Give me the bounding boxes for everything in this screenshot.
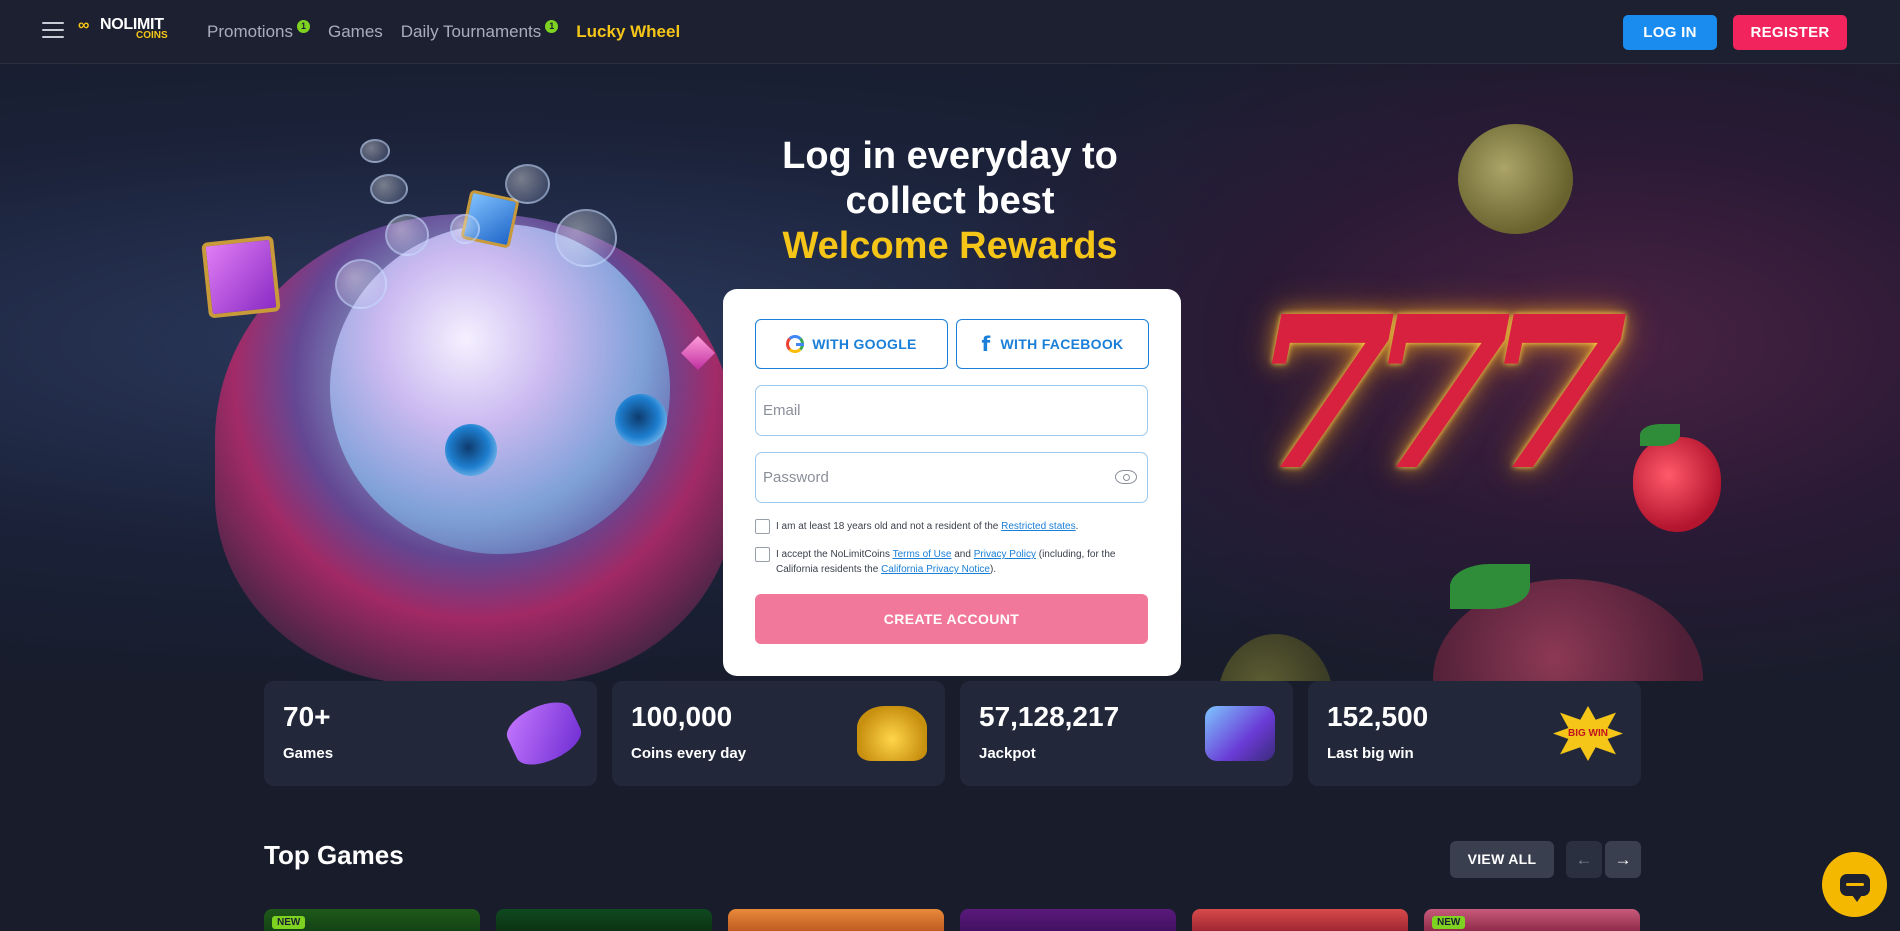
nav-games[interactable]: Games	[328, 22, 383, 42]
restricted-states-link[interactable]: Restricted states	[1001, 521, 1075, 532]
terms-check-row: I accept the NoLimitCoins Terms of Use a…	[755, 547, 1148, 577]
stat-value: 70+	[283, 701, 331, 732]
create-account-button[interactable]: CREATE ACCOUNT	[755, 594, 1148, 644]
bubble-icon	[505, 164, 550, 204]
bubble-icon	[370, 174, 408, 204]
chat-icon	[1839, 873, 1870, 902]
nav-promotions[interactable]: Promotions 1	[207, 20, 310, 42]
bubble-icon	[385, 214, 429, 256]
show-password-icon[interactable]	[1115, 470, 1137, 484]
privacy-policy-link[interactable]: Privacy Policy	[974, 549, 1036, 560]
creature-eye-right	[615, 394, 667, 446]
stat-value: 57,128,217	[979, 701, 1120, 732]
password-input[interactable]	[755, 452, 1148, 503]
main-nav: Promotions 1 Games Daily Tournaments 1 L…	[207, 0, 698, 64]
stat-card-games: 70+ Games	[264, 681, 597, 786]
game-card[interactable]	[960, 909, 1176, 931]
stat-card-coins: 100,000 Coins every day	[612, 681, 945, 786]
menu-icon[interactable]	[42, 22, 64, 40]
hero-title: Log in everyday to collect best Welcome …	[782, 135, 1118, 267]
stat-value: 100,000	[631, 701, 733, 732]
logo-sub-text: COINS	[136, 30, 168, 41]
creature-eye-left	[445, 424, 497, 476]
slot-reel-icon	[500, 693, 588, 774]
terms-of-use-link[interactable]: Terms of Use	[893, 549, 952, 560]
bubble-icon	[450, 214, 480, 244]
login-button[interactable]: LOG IN	[1623, 15, 1717, 50]
stat-label: Jackpot	[979, 745, 1036, 762]
age-checkbox[interactable]	[755, 519, 770, 534]
california-privacy-link[interactable]: California Privacy Notice	[881, 564, 990, 575]
facebook-icon: f	[981, 332, 991, 356]
jackpot-chest-icon	[1205, 706, 1275, 761]
tournaments-badge: 1	[545, 20, 559, 33]
view-all-button[interactable]: VIEW ALL	[1450, 841, 1554, 878]
new-badge: NEW	[1432, 916, 1466, 929]
prev-arrow-icon[interactable]: ←	[1566, 841, 1602, 878]
purple-gem-icon	[201, 235, 281, 319]
promotions-badge: 1	[296, 20, 310, 33]
facebook-signup-button[interactable]: f WITH FACEBOOK	[956, 319, 1149, 369]
google-icon	[786, 335, 805, 353]
triple-seven-icon: 777	[1250, 270, 1628, 517]
game-card[interactable]	[1192, 909, 1408, 931]
signup-form: WITH GOOGLE f WITH FACEBOOK I am at leas…	[723, 289, 1181, 676]
big-win-icon: BIG WIN	[1553, 706, 1623, 761]
game-card[interactable]: NEW	[264, 909, 480, 931]
logo[interactable]: ∞ NOLIMIT COINS	[78, 16, 178, 44]
top-header: ∞ NOLIMIT COINS Promotions 1 Games Daily…	[0, 0, 1900, 64]
top-games-title: Top Games	[264, 840, 404, 870]
game-card[interactable]	[728, 909, 944, 931]
game-card[interactable]	[496, 909, 712, 931]
leaf-icon	[1640, 424, 1680, 446]
leaf-icon	[1450, 564, 1530, 609]
bubble-icon	[360, 139, 390, 163]
nav-lucky-wheel[interactable]: Lucky Wheel	[576, 22, 680, 42]
age-check-row: I am at least 18 years old and not a res…	[755, 519, 1148, 534]
stat-label: Coins every day	[631, 745, 747, 762]
stat-card-jackpot: 57,128,217 Jackpot	[960, 681, 1293, 786]
stat-card-big-win: 152,500 Last big win BIG WIN	[1308, 681, 1641, 786]
hero-banner: 777 Log in everyday to collect best Welc…	[0, 64, 1900, 681]
new-badge: NEW	[272, 916, 306, 929]
game-card[interactable]: NEW	[1424, 909, 1640, 931]
google-signup-button[interactable]: WITH GOOGLE	[755, 319, 948, 369]
terms-checkbox[interactable]	[755, 547, 770, 562]
chat-button[interactable]	[1822, 852, 1887, 917]
bubble-icon	[335, 259, 387, 309]
infinity-icon: ∞	[78, 17, 90, 34]
next-arrow-icon[interactable]: →	[1605, 841, 1641, 878]
stat-label: Games	[283, 745, 334, 762]
strawberry-icon	[1633, 437, 1721, 532]
stat-label: Last big win	[1327, 745, 1414, 762]
email-input[interactable]	[755, 385, 1148, 436]
bubble-icon	[555, 209, 617, 267]
stat-value: 152,500	[1327, 701, 1429, 732]
register-button[interactable]: REGISTER	[1733, 15, 1847, 50]
nav-daily-tournaments[interactable]: Daily Tournaments 1	[401, 20, 559, 42]
coins-icon	[857, 706, 927, 761]
lemon-icon	[1458, 124, 1573, 234]
